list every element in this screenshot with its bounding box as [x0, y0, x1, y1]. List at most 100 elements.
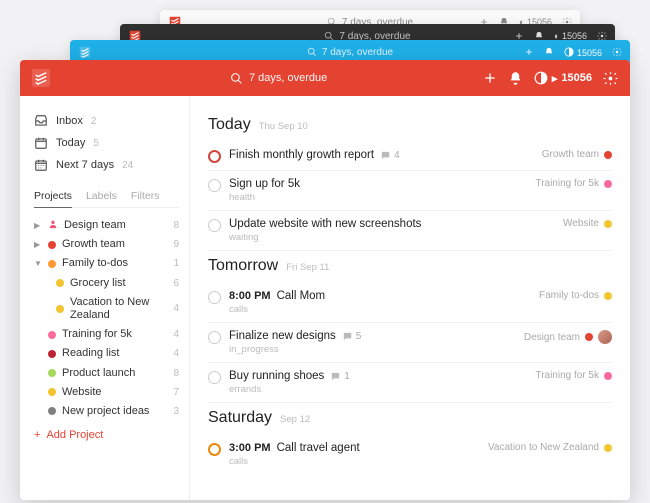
task-project-name: Training for 5k [535, 178, 599, 189]
task-checkbox[interactable] [208, 150, 221, 163]
nav-label: Today [56, 137, 85, 149]
project-count: 8 [173, 220, 179, 231]
assignee-avatar[interactable] [598, 330, 612, 344]
sidebar: Inbox 2 Today 5 Next 7 days 24 Projects … [20, 96, 190, 500]
task-project-name: Training for 5k [535, 370, 599, 381]
person-icon [48, 219, 58, 232]
project-color-dot [604, 151, 612, 159]
task-row[interactable]: Finalize new designs5in_progressDesign t… [208, 323, 612, 363]
task-project-link[interactable]: Growth team [542, 149, 612, 160]
expand-arrow-icon[interactable]: ▶ [34, 221, 42, 230]
task-row[interactable]: 3:00 PMCall travel agentcallsVacation to… [208, 435, 612, 474]
task-row[interactable]: Buy running shoes1errandsTraining for 5k [208, 363, 612, 403]
project-list: ▶Design team8▶Growth team9▼Family to-dos… [34, 216, 179, 421]
nav-count: 5 [93, 138, 99, 149]
project-subitem[interactable]: Grocery list6 [34, 274, 179, 293]
settings-button[interactable] [602, 70, 618, 86]
expand-arrow-icon[interactable]: ▶ [34, 240, 42, 249]
task-project-link[interactable]: Vacation to New Zealand [488, 442, 612, 453]
task-row[interactable]: 8:00 PMCall MomcallsFamily to-dos [208, 283, 612, 323]
inbox-icon [34, 114, 48, 128]
tab-labels[interactable]: Labels [86, 190, 117, 207]
nav-next7[interactable]: Next 7 days 24 [34, 154, 179, 176]
task-label: errands [229, 384, 527, 395]
nav-count: 2 [91, 116, 97, 127]
task-label: calls [229, 456, 480, 467]
karma-points: 15056 [561, 72, 592, 84]
task-row[interactable]: Update website with new screenshots waiti… [208, 211, 612, 251]
task-comments[interactable]: 1 [330, 371, 350, 382]
notifications-button[interactable] [508, 70, 524, 86]
task-checkbox[interactable] [208, 219, 221, 232]
project-name: Reading list [62, 347, 167, 360]
task-project-name: Website [563, 218, 599, 229]
task-checkbox[interactable] [208, 331, 221, 344]
section-date: Thu Sep 10 [259, 121, 308, 132]
task-text: Finish monthly growth report [229, 149, 374, 161]
task-checkbox[interactable] [208, 371, 221, 384]
section-header: TodayThu Sep 10 [208, 116, 612, 134]
expand-arrow-icon[interactable]: ▼ [34, 259, 42, 268]
project-count: 6 [173, 278, 179, 289]
project-color-dot [604, 372, 612, 380]
add-project-label: Add Project [46, 429, 103, 441]
project-item[interactable]: ▶ Growth team 9 [34, 235, 179, 254]
task-checkbox[interactable] [208, 291, 221, 304]
project-name: New project ideas [62, 405, 167, 418]
project-item[interactable]: Website 7 [34, 383, 179, 402]
project-color-dot [585, 333, 593, 341]
task-project-link[interactable]: Design team [524, 330, 612, 344]
search-input[interactable]: 7 days, overdue [230, 72, 327, 85]
app-window: 7 days, overdue ▸15056 Inbox 2 Today [20, 60, 630, 500]
project-name: Website [62, 386, 167, 399]
task-text: Update website with new screenshots [229, 218, 421, 230]
project-color-dot [604, 444, 612, 452]
comment-icon [342, 331, 353, 342]
project-color-dot [48, 331, 56, 339]
tab-filters[interactable]: Filters [131, 190, 160, 207]
project-item[interactable]: ▶Design team8 [34, 216, 179, 235]
project-item[interactable]: New project ideas 3 [34, 402, 179, 421]
quick-add-button[interactable] [482, 70, 498, 86]
task-label: calls [229, 304, 531, 315]
project-item[interactable]: Reading list4 [34, 344, 179, 363]
project-count: 7 [173, 387, 179, 398]
project-item[interactable]: ▼Family to-dos1 [34, 254, 179, 273]
task-row[interactable]: Sign up for 5khealthTraining for 5k [208, 171, 612, 211]
project-name: Family to-dos [62, 257, 167, 270]
tab-projects[interactable]: Projects [34, 190, 72, 208]
task-comments[interactable]: 4 [380, 150, 400, 161]
sidebar-tabs: Projects Labels Filters [34, 190, 179, 208]
project-item[interactable]: Product launch8 [34, 364, 179, 383]
task-project-name: Vacation to New Zealand [488, 442, 599, 453]
plus-icon [524, 47, 534, 57]
app-logo-icon[interactable] [32, 69, 50, 87]
project-color-dot [48, 369, 56, 377]
nav-count: 24 [122, 160, 133, 171]
task-checkbox[interactable] [208, 443, 221, 456]
task-comments[interactable]: 5 [342, 331, 362, 342]
task-project-link[interactable]: Training for 5k [535, 370, 612, 381]
task-project-link[interactable]: Website [563, 218, 612, 229]
nav-inbox[interactable]: Inbox 2 [34, 110, 179, 132]
karma-icon [534, 71, 548, 85]
project-subitem[interactable]: Vacation to New Zealand4 [34, 293, 179, 325]
project-count: 9 [173, 239, 179, 250]
gear-icon [612, 47, 622, 57]
task-checkbox[interactable] [208, 179, 221, 192]
task-project-link[interactable]: Family to-dos [539, 290, 612, 301]
add-project-button[interactable]: + Add Project [34, 429, 179, 441]
comment-icon [380, 150, 391, 161]
project-count: 3 [173, 406, 179, 417]
nav-today[interactable]: Today 5 [34, 132, 179, 154]
project-item[interactable]: Training for 5k4 [34, 325, 179, 344]
plus-icon: + [34, 429, 40, 441]
task-project-link[interactable]: Training for 5k [535, 178, 612, 189]
project-name: Product launch [62, 367, 167, 380]
comment-icon [330, 371, 341, 382]
task-label: waiting [229, 232, 555, 243]
task-row[interactable]: Finish monthly growth report 4 Growth team [208, 142, 612, 171]
project-name: Growth team [62, 238, 167, 251]
karma-button[interactable]: ▸15056 [534, 71, 592, 85]
project-color-dot [48, 241, 56, 249]
